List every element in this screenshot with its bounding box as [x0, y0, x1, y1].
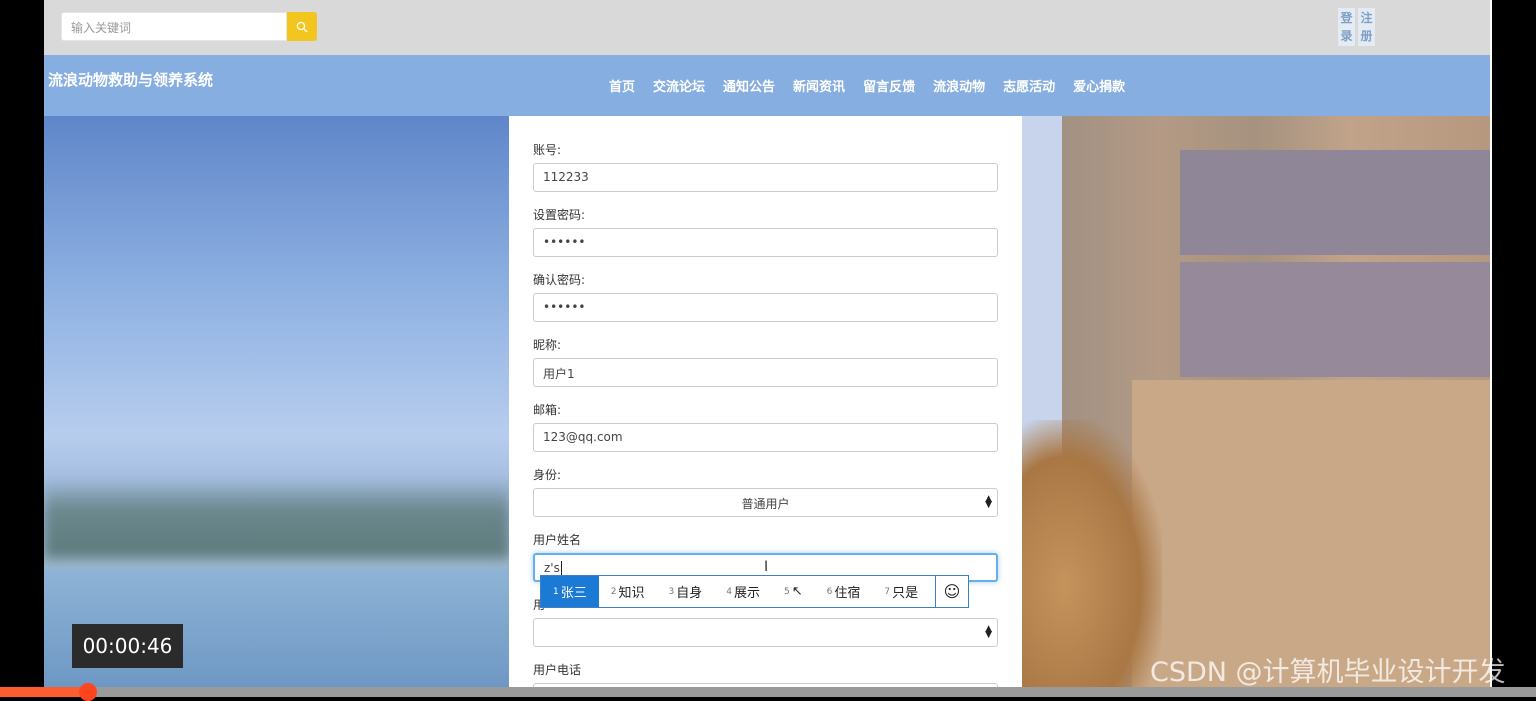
nav-item-notices[interactable]: 通知公告: [723, 76, 775, 95]
nav-item-volunteer[interactable]: 志愿活动: [1003, 76, 1055, 95]
password-input[interactable]: ••••••: [533, 228, 998, 257]
ime-candidate-number: 2: [610, 586, 617, 597]
text-caret: [560, 561, 562, 575]
ime-candidate-text: 张三: [560, 586, 587, 601]
main-navbar: 流浪动物救助与领养系统 首页 交流论坛 通知公告 新闻资讯 留言反馈 流浪动物 …: [44, 55, 1490, 116]
register-button[interactable]: 注册: [1358, 8, 1375, 46]
nickname-label: 昵称:: [533, 338, 562, 352]
watermark: CSDN @计算机毕业设计开发: [1150, 657, 1506, 688]
ime-candidate-number: 6: [826, 586, 833, 597]
background-dog: [1022, 420, 1162, 697]
window-edge: [1490, 0, 1536, 697]
ime-candidate-number: 7: [884, 586, 891, 597]
email-input[interactable]: 123@qq.com: [533, 423, 998, 452]
nav-item-feedback[interactable]: 留言反馈: [863, 76, 915, 95]
scrollbar[interactable]: [1490, 0, 1492, 697]
confirm-password-label: 确认密码:: [533, 273, 586, 287]
real-name-value: z's: [544, 561, 560, 575]
ime-candidate-number: 1: [553, 586, 559, 597]
gender-select[interactable]: ▲ ▼: [533, 618, 998, 647]
background-trees: [44, 478, 510, 558]
ime-candidate[interactable]: 6 住宿: [815, 576, 873, 607]
ime-candidate-text: 只是: [892, 586, 919, 601]
ime-candidate-text: 展示: [733, 586, 760, 601]
search-input[interactable]: 输入关键词: [61, 12, 287, 41]
site-title: 流浪动物救助与领养系统: [48, 71, 214, 89]
search-icon: [296, 21, 308, 32]
identity-value: 普通用户: [741, 497, 790, 511]
register-label: 注册: [1360, 11, 1373, 43]
ime-candidate[interactable]: 4 展示: [714, 576, 772, 607]
ime-candidate-text: 知识: [618, 586, 645, 601]
ime-candidate[interactable]: 5 ↖: [772, 576, 815, 607]
nav-item-forum[interactable]: 交流论坛: [653, 76, 705, 95]
identity-label: 身份:: [533, 468, 562, 482]
real-name-label: 用户姓名: [533, 533, 582, 547]
top-bar: 输入关键词 登录 注册: [44, 0, 1490, 55]
nav-item-news[interactable]: 新闻资讯: [793, 76, 845, 95]
account-input[interactable]: 112233: [533, 163, 998, 192]
password-label: 设置密码:: [533, 208, 586, 222]
background-stone: [1180, 150, 1490, 255]
identity-select[interactable]: 普通用户 ▲ ▼: [533, 488, 998, 517]
ime-candidate-text: 自身: [676, 586, 703, 601]
account-label: 账号:: [533, 143, 562, 157]
ime-candidate[interactable]: 7 只是: [872, 576, 930, 607]
nav-item-home[interactable]: 首页: [609, 76, 635, 95]
background-stone: [1180, 262, 1490, 377]
nickname-input[interactable]: 用户1: [533, 358, 998, 387]
ime-candidate-text: 住宿: [834, 586, 861, 601]
ime-candidate[interactable]: 3 自身: [657, 576, 715, 607]
nav-item-donation[interactable]: 爱心捐款: [1073, 76, 1125, 95]
search-button[interactable]: [287, 12, 317, 41]
nav-item-stray-animals[interactable]: 流浪动物: [933, 76, 985, 95]
video-progress-fill: [0, 687, 88, 697]
select-arrows-icon: ▲ ▼: [985, 494, 992, 510]
phone-label: 用户电话: [533, 663, 582, 677]
ime-candidate-number: 4: [726, 586, 732, 597]
text-cursor-icon: I: [764, 559, 769, 575]
email-label: 邮箱:: [533, 403, 562, 417]
select-arrows-icon: ▲ ▼: [985, 624, 992, 640]
password-value: ••••••: [543, 235, 586, 249]
ime-candidate[interactable]: 1 张三: [541, 576, 599, 607]
email-value: 123@qq.com: [543, 430, 623, 444]
ime-candidate-bar: 1 张三 2 知识 3 自身 4 展示 5 ↖ 6 住宿 7 只是 ☺: [540, 575, 969, 608]
video-progress-handle[interactable]: [79, 683, 97, 701]
video-progress-track[interactable]: [0, 687, 1536, 697]
nav-menu: 首页 交流论坛 通知公告 新闻资讯 留言反馈 流浪动物 志愿活动 爱心捐款: [609, 76, 1125, 95]
smiley-icon[interactable]: ☺: [935, 576, 968, 607]
nickname-value: 用户1: [543, 367, 575, 381]
login-label: 登录: [1340, 11, 1353, 43]
search-placeholder: 输入关键词: [71, 21, 132, 35]
confirm-password-value: ••••••: [543, 300, 586, 314]
login-button[interactable]: 登录: [1338, 8, 1355, 46]
browser-page: 输入关键词 登录 注册 流浪动物救助与领养系统 首页 交流论坛 通知公告 新闻资…: [44, 0, 1490, 697]
video-timestamp: 00:00:46: [72, 624, 183, 668]
ime-candidate-text: ↖: [791, 584, 803, 599]
register-form: 账号: 112233 设置密码: •••••• 确认密码: •••••• 昵称:…: [509, 116, 1022, 697]
ime-candidate-number: 3: [668, 586, 675, 597]
ime-candidate-number: 5: [784, 586, 790, 597]
ime-candidate[interactable]: 2 知识: [599, 576, 657, 607]
confirm-password-input[interactable]: ••••••: [533, 293, 998, 322]
account-value: 112233: [543, 170, 589, 184]
